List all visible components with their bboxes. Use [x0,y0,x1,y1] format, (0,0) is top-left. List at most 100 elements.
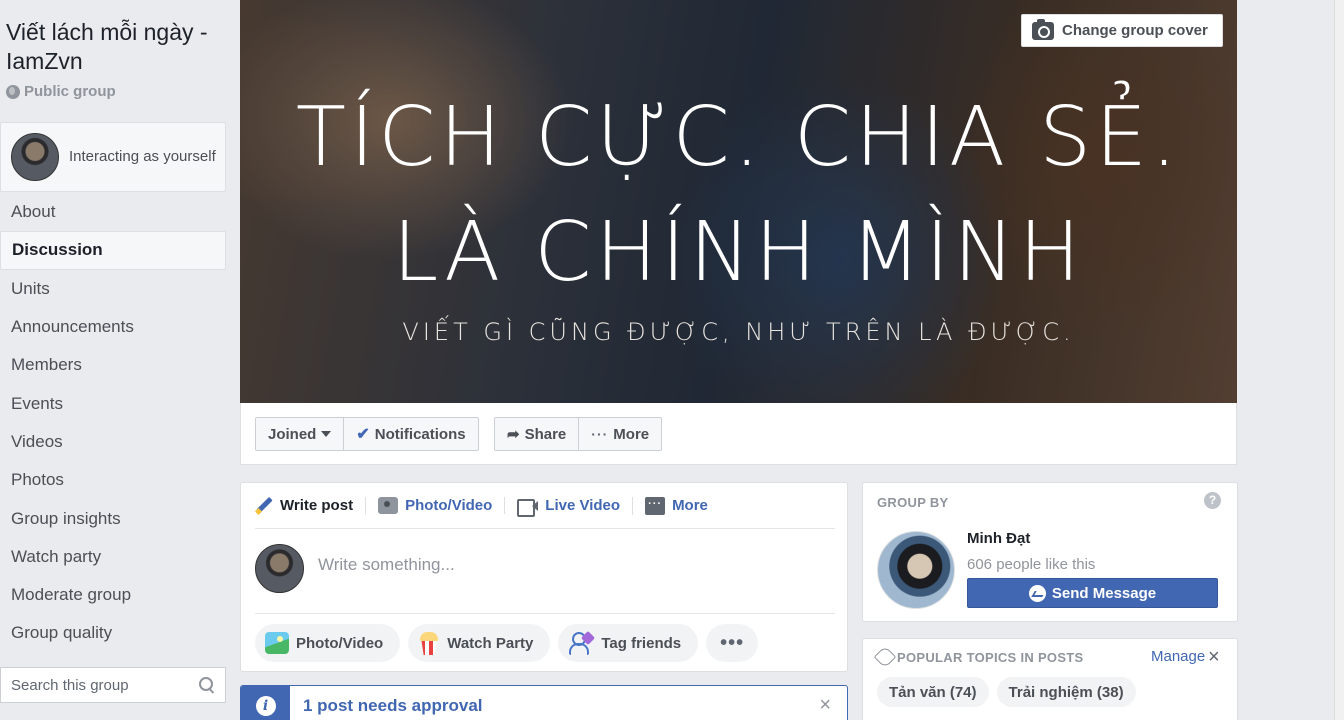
tag-friend-icon [568,630,596,655]
manage-topics-link[interactable]: Manage [1151,648,1205,665]
topics-title: POPULAR TOPICS IN POSTS [897,649,1084,665]
tab-write-post[interactable]: Write post [255,497,365,515]
membership-buttons: Joined ✔ Notifications [255,417,479,451]
more-button[interactable]: ··· More [578,418,661,450]
group-action-bar: Joined ✔ Notifications ➦ Share ··· More [240,403,1237,465]
nav-item-photos[interactable]: Photos [0,461,228,499]
share-more-buttons: ➦ Share ··· More [494,417,663,451]
page-likes: 606 people like this [967,556,1096,573]
topic-pill[interactable]: Trải nghiệm (38) [996,677,1136,707]
tag-friends-chip-label: Tag friends [601,634,682,652]
pending-approval-banner[interactable]: i 1 post needs approval × [240,685,848,720]
tab-more[interactable]: ··· More [632,496,720,515]
topic-list: Tản văn (74) Trải nghiệm (38) [877,677,1227,707]
nav-item-discussion[interactable]: Discussion [0,231,226,270]
camera-icon [378,497,399,514]
nav-item-group-insights[interactable]: Group insights [0,499,228,537]
composer-tabs: Write post Photo/Video Live Video ··· Mo… [255,483,835,529]
watch-party-chip[interactable]: Watch Party [408,624,551,662]
globe-icon [6,84,20,99]
tab-live-video[interactable]: Live Video [504,497,632,517]
photo-video-chip[interactable]: Photo/Video [255,624,401,662]
nav-item-videos[interactable]: Videos [0,423,228,461]
approval-icon-area: i [241,686,290,720]
joined-button[interactable]: Joined [256,418,343,450]
post-composer: Write post Photo/Video Live Video ··· Mo… [240,482,848,672]
check-icon: ✔ [356,426,370,443]
nav-item-announcements[interactable]: Announcements [0,308,228,346]
interacting-as-switcher[interactable]: Interacting as yourself [0,122,226,192]
change-cover-button[interactable]: Change group cover [1021,14,1223,47]
group-privacy-label: Public group [24,83,116,100]
close-icon[interactable]: × [819,694,831,717]
nav-item-members[interactable]: Members [0,346,228,384]
group-title[interactable]: Viết lách mỗi ngày - IamZvn [6,18,228,76]
send-message-button[interactable]: Send Message [967,578,1218,608]
tab-write-post-label: Write post [280,497,354,514]
avatar [11,133,59,181]
share-label: Share [524,425,567,443]
nav-item-events[interactable]: Events [0,384,228,422]
video-camera-icon [517,498,539,517]
tab-live-video-label: Live Video [545,497,621,514]
scrollbar[interactable] [1334,0,1344,720]
cover-headline-2: LÀ CHÍNH MÌNH [392,205,1085,300]
search-icon[interactable] [199,677,215,693]
pencil-icon [255,497,273,515]
more-label: More [613,425,650,443]
left-sidebar: Viết lách mỗi ngày - IamZvn Public group… [0,0,228,720]
avatar [255,544,304,593]
dots-icon: ··· [591,426,609,442]
write-something-input[interactable]: Write something... [318,555,818,575]
camera-icon [1032,18,1054,40]
composer-attachments: Photo/Video Watch Party Tag friends ••• [255,624,759,662]
photo-video-chip-label: Photo/Video [296,634,384,652]
tag-badge-icon [581,630,596,646]
nav-item-about[interactable]: About [0,193,228,231]
tag-friends-chip[interactable]: Tag friends [558,624,699,662]
divider [255,613,835,614]
topics-header: POPULAR TOPICS IN POSTS [873,645,1084,669]
nav-item-units[interactable]: Units [0,270,228,308]
tab-more-label: More [672,497,708,514]
share-button[interactable]: ➦ Share [495,418,578,450]
close-icon[interactable]: × [1208,646,1220,669]
share-arrow-icon: ➦ [507,426,520,443]
change-cover-label: Change group cover [1062,22,1208,39]
notifications-button[interactable]: ✔ Notifications [343,418,477,450]
joined-label: Joined [268,425,317,443]
notifications-label: Notifications [374,425,466,443]
nav-item-watch-party[interactable]: Watch party [0,538,228,576]
tag-icon [873,645,897,669]
page-avatar[interactable] [877,531,955,609]
ellipsis-icon: ••• [720,631,745,654]
approval-text[interactable]: 1 post needs approval [303,696,483,716]
help-icon[interactable]: ? [1204,492,1221,509]
more-dots-icon: ··· [645,496,666,515]
group-privacy: Public group [6,83,116,100]
more-options-button[interactable]: ••• [706,624,759,662]
cover-headline-1: TÍCH CỰC. CHIA SẺ. [295,90,1182,185]
group-nav: About Discussion Units Announcements Mem… [0,193,228,653]
cover-tagline: VIẾT GÌ CŨNG ĐƯỢC, NHƯ TRÊN LÀ ĐƯỢC. [402,318,1075,346]
popcorn-icon [418,631,440,655]
group-by-card: GROUP BY ? Minh Đạt 606 people like this… [862,482,1238,622]
photo-icon [265,632,289,654]
page-name[interactable]: Minh Đạt [967,530,1030,547]
info-icon: i [255,696,276,716]
watch-party-chip-label: Watch Party [447,634,534,652]
nav-item-group-quality[interactable]: Group quality [0,614,228,652]
topic-pill[interactable]: Tản văn (74) [877,677,989,707]
group-cover-photo: TÍCH CỰC. CHIA SẺ. LÀ CHÍNH MÌNH VIẾT GÌ… [240,0,1237,403]
search-input[interactable] [11,676,181,694]
tab-photo-video-label: Photo/Video [405,497,493,514]
group-search [0,667,226,703]
caret-down-icon [321,431,332,437]
messenger-icon [1028,584,1046,602]
tab-photo-video[interactable]: Photo/Video [365,497,504,514]
nav-item-moderate-group[interactable]: Moderate group [0,576,228,614]
interacting-as-label: Interacting as yourself [69,148,216,165]
group-by-title: GROUP BY [877,495,949,510]
popular-topics-card: POPULAR TOPICS IN POSTS Manage × Tản văn… [862,638,1238,720]
send-message-label: Send Message [1051,584,1157,602]
